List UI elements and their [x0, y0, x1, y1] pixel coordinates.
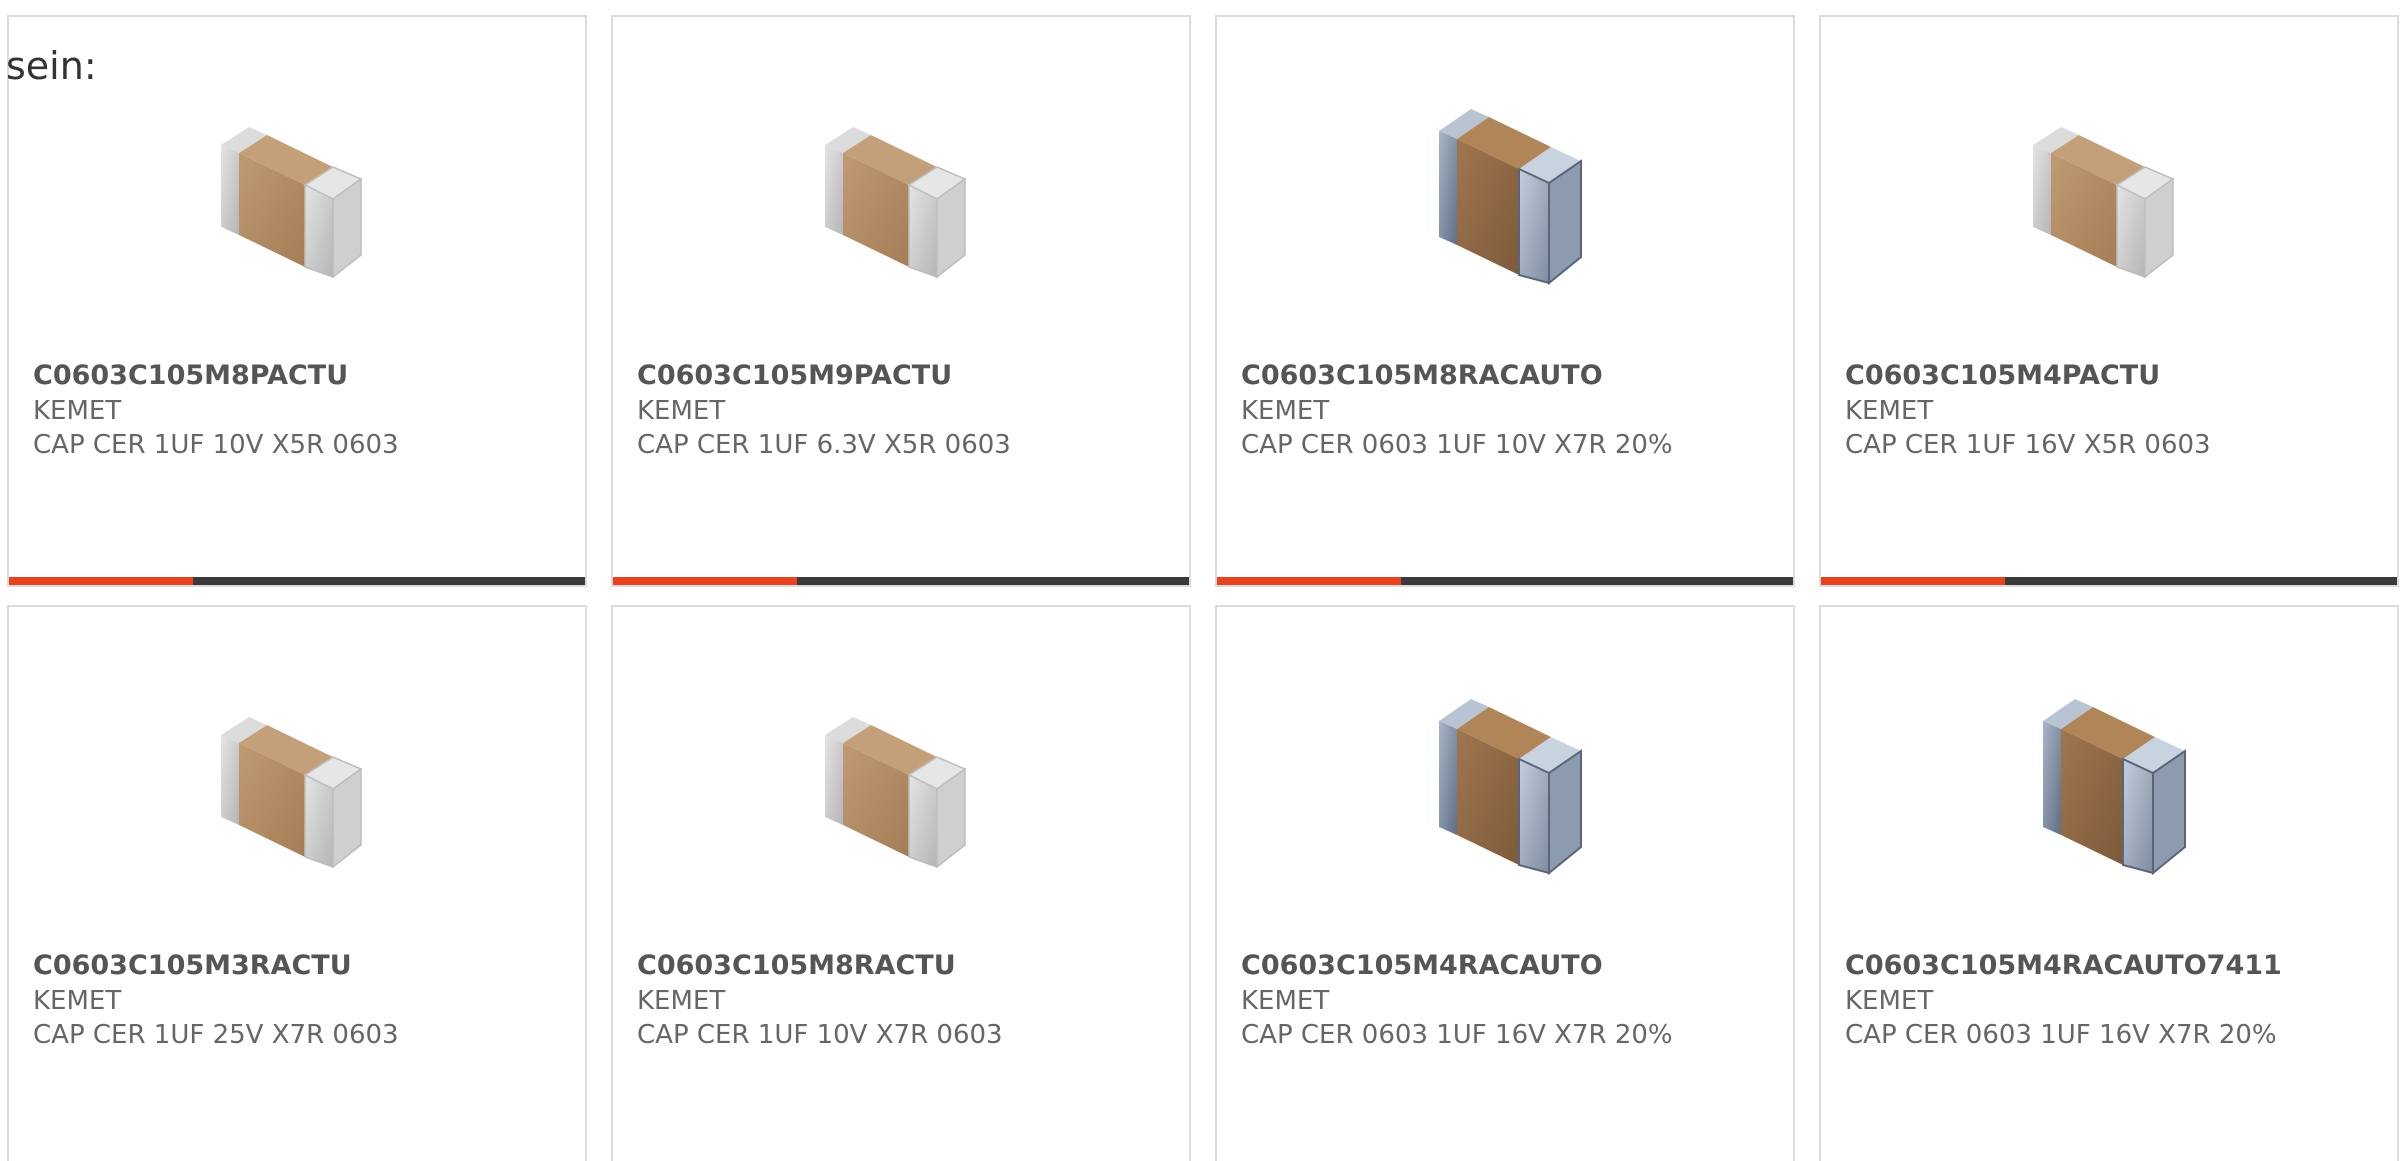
- part-number[interactable]: C0603C105M8RACTU: [637, 949, 956, 983]
- capacitor-chip-blue-icon[interactable]: [1401, 677, 1611, 887]
- intro-text: sein:: [6, 44, 97, 88]
- product-card[interactable]: C0603C105M8PACTU KEMET CAP CER 1UF 10V X…: [7, 15, 587, 587]
- manufacturer: KEMET: [1241, 396, 1330, 426]
- description: CAP CER 0603 1UF 16V X7R 20%: [1241, 1020, 1673, 1050]
- progress-bar-fill: [613, 577, 798, 585]
- manufacturer: KEMET: [33, 396, 122, 426]
- description: CAP CER 1UF 16V X5R 0603: [1845, 430, 2211, 460]
- description: CAP CER 1UF 10V X5R 0603: [33, 430, 399, 460]
- part-number[interactable]: C0603C105M4RACAUTO: [1241, 949, 1603, 983]
- manufacturer: KEMET: [637, 396, 726, 426]
- product-card[interactable]: C0603C105M4RACAUTO7411 KEMET CAP CER 060…: [1819, 605, 2399, 1161]
- part-number[interactable]: C0603C105M8RACAUTO: [1241, 359, 1603, 393]
- product-card[interactable]: C0603C105M4RACAUTO KEMET CAP CER 0603 1U…: [1215, 605, 1795, 1161]
- description: CAP CER 0603 1UF 10V X7R 20%: [1241, 430, 1673, 460]
- progress-bar: [9, 577, 585, 585]
- progress-bar: [613, 577, 1189, 585]
- part-number[interactable]: C0603C105M9PACTU: [637, 359, 952, 393]
- capacitor-chip-blue-icon[interactable]: [1401, 87, 1611, 297]
- progress-bar: [1821, 577, 2397, 585]
- product-card[interactable]: C0603C105M3RACTU KEMET CAP CER 1UF 25V X…: [7, 605, 587, 1161]
- progress-bar-fill: [9, 577, 194, 585]
- manufacturer: KEMET: [1241, 986, 1330, 1016]
- part-number[interactable]: C0603C105M8PACTU: [33, 359, 348, 393]
- part-number[interactable]: C0603C105M4PACTU: [1845, 359, 2160, 393]
- capacitor-chip-grey-icon[interactable]: [797, 677, 1007, 887]
- product-grid-page: sein: C0603C105M8PACTU KEMET CAP CER 1UF…: [0, 0, 2400, 1161]
- product-card[interactable]: C0603C105M8RACAUTO KEMET CAP CER 0603 1U…: [1215, 15, 1795, 587]
- capacitor-chip-grey-icon[interactable]: [2005, 87, 2215, 297]
- capacitor-chip-grey-icon[interactable]: [193, 677, 403, 887]
- description: CAP CER 1UF 10V X7R 0603: [637, 1020, 1003, 1050]
- progress-bar-fill: [1821, 577, 2006, 585]
- manufacturer: KEMET: [637, 986, 726, 1016]
- manufacturer: KEMET: [1845, 986, 1934, 1016]
- manufacturer: KEMET: [1845, 396, 1934, 426]
- capacitor-chip-grey-icon[interactable]: [193, 87, 403, 297]
- description: CAP CER 1UF 6.3V X5R 0603: [637, 430, 1011, 460]
- progress-bar: [1217, 577, 1793, 585]
- product-card[interactable]: C0603C105M4PACTU KEMET CAP CER 1UF 16V X…: [1819, 15, 2399, 587]
- capacitor-chip-blue-icon[interactable]: [2005, 677, 2215, 887]
- part-number[interactable]: C0603C105M3RACTU: [33, 949, 352, 983]
- description: CAP CER 1UF 25V X7R 0603: [33, 1020, 399, 1050]
- product-card[interactable]: C0603C105M9PACTU KEMET CAP CER 1UF 6.3V …: [611, 15, 1191, 587]
- capacitor-chip-grey-icon[interactable]: [797, 87, 1007, 297]
- manufacturer: KEMET: [33, 986, 122, 1016]
- product-card[interactable]: C0603C105M8RACTU KEMET CAP CER 1UF 10V X…: [611, 605, 1191, 1161]
- part-number[interactable]: C0603C105M4RACAUTO7411: [1845, 949, 2282, 983]
- progress-bar-fill: [1217, 577, 1402, 585]
- description: CAP CER 0603 1UF 16V X7R 20%: [1845, 1020, 2277, 1050]
